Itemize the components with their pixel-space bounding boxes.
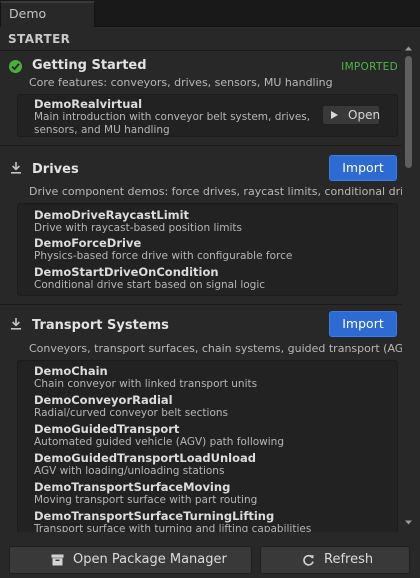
divider: [0, 50, 402, 51]
scene-title: DemoGuidedTransport: [34, 422, 180, 436]
scene-list: DemoChain Chain conveyor with linked tra…: [17, 360, 398, 532]
footer-bar: Open Package Manager Refresh: [0, 532, 420, 578]
scene-title: DemoConveyorRadial: [34, 393, 173, 407]
download-icon: [11, 318, 21, 330]
play-icon: [331, 111, 338, 119]
scroll-down-icon[interactable]: [404, 518, 413, 527]
scene-description: Chain conveyor with linked transport uni…: [34, 378, 258, 390]
scene-description: Automated guided vehicle (AGV) path foll…: [34, 436, 284, 448]
scene-title: DemoChain: [34, 364, 108, 378]
open-button-label: Open: [348, 108, 381, 122]
group-title: Drives: [32, 162, 79, 177]
scene-description-line: sensors, and MU handling: [34, 124, 170, 136]
vertical-scrollbar[interactable]: [402, 44, 415, 527]
download-icon: [11, 162, 21, 174]
list-item: DemoTransportSurfaceTurningLifting Trans…: [34, 509, 311, 532]
scene-description: AGV with loading/unloading stations: [34, 465, 225, 477]
list-item: DemoDriveRaycastLimit Drive with raycast…: [34, 208, 242, 235]
group-description: Core features: conveyors, drives, sensor…: [29, 76, 333, 89]
scroll-content[interactable]: STARTER Getting Started IMPORTED Core fe…: [0, 27, 402, 532]
tab-demo-scenes[interactable]: Demo Scenes: [0, 1, 95, 43]
refresh-button[interactable]: Refresh: [260, 546, 410, 574]
group-title: Getting Started: [32, 58, 147, 73]
list-item: DemoRealvirtual Main introduction with c…: [34, 97, 310, 137]
group-description: Drive component demos: force drives, ray…: [29, 185, 402, 198]
open-package-manager-button[interactable]: Open Package Manager: [9, 546, 252, 574]
scene-title: DemoStartDriveOnCondition: [34, 265, 219, 279]
list-item: DemoChain Chain conveyor with linked tra…: [34, 364, 257, 391]
scrollbar-thumb[interactable]: [405, 56, 412, 168]
scene-title: DemoDriveRaycastLimit: [34, 208, 190, 222]
open-scene-button[interactable]: Open: [322, 105, 380, 125]
import-transport-button[interactable]: Import: [329, 311, 397, 337]
import-drives-button[interactable]: Import: [329, 155, 397, 181]
scene-title: DemoGuidedTransportLoadUnload: [34, 451, 256, 465]
imported-badge: IMPORTED: [341, 61, 398, 73]
open-package-manager-label: Open Package Manager: [73, 552, 227, 567]
group-title: Transport Systems: [32, 318, 169, 333]
list-item: DemoConveyorRadial Radial/curved conveyo…: [34, 393, 228, 420]
scene-description: Radial/curved conveyor belt sections: [34, 407, 228, 419]
scene-list: DemoDriveRaycastLimit Drive with raycast…: [17, 203, 398, 296]
list-item: DemoGuidedTransport Automated guided veh…: [34, 422, 284, 449]
tab-bar: Demo Scenes: [0, 0, 420, 43]
scene-title: DemoTransportSurfaceMoving: [34, 480, 231, 494]
list-item: DemoTransportSurfaceMoving Moving transp…: [34, 480, 257, 507]
package-icon: [51, 554, 64, 566]
section-label: STARTER: [8, 32, 71, 46]
scene-title: DemoForceDrive: [34, 236, 142, 250]
refresh-icon: [303, 554, 314, 566]
list-item: DemoStartDriveOnCondition Conditional dr…: [34, 265, 265, 292]
scene-description: Conditional drive start based on signal …: [34, 279, 266, 291]
scene-description: Drive with raycast-based position limits: [34, 222, 243, 234]
refresh-label: Refresh: [324, 552, 374, 567]
group-description: Conveyors, transport surfaces, chain sys…: [29, 342, 402, 355]
demo-scenes-panel: STARTER Getting Started IMPORTED Core fe…: [0, 27, 420, 578]
list-item: DemoForceDrive Physics-based force drive…: [34, 236, 292, 263]
scene-description: Physics-based force drive with configura…: [34, 250, 293, 262]
scene-list: DemoRealvirtual Main introduction with c…: [17, 94, 398, 137]
list-item: DemoGuidedTransportLoadUnload AGV with l…: [34, 451, 256, 478]
scroll-up-icon[interactable]: [404, 44, 413, 53]
scene-description-line: Main introduction with conveyor belt sys…: [34, 111, 311, 123]
scene-title: DemoRealvirtual: [34, 97, 143, 111]
divider: [0, 145, 402, 146]
divider: [0, 304, 402, 305]
scene-description: Moving transport surface with part routi…: [34, 494, 258, 506]
scene-description: Transport surface with turning and lifti…: [34, 523, 312, 532]
check-circle-icon: [9, 60, 22, 73]
scene-title: DemoTransportSurfaceTurningLifting: [34, 509, 275, 523]
